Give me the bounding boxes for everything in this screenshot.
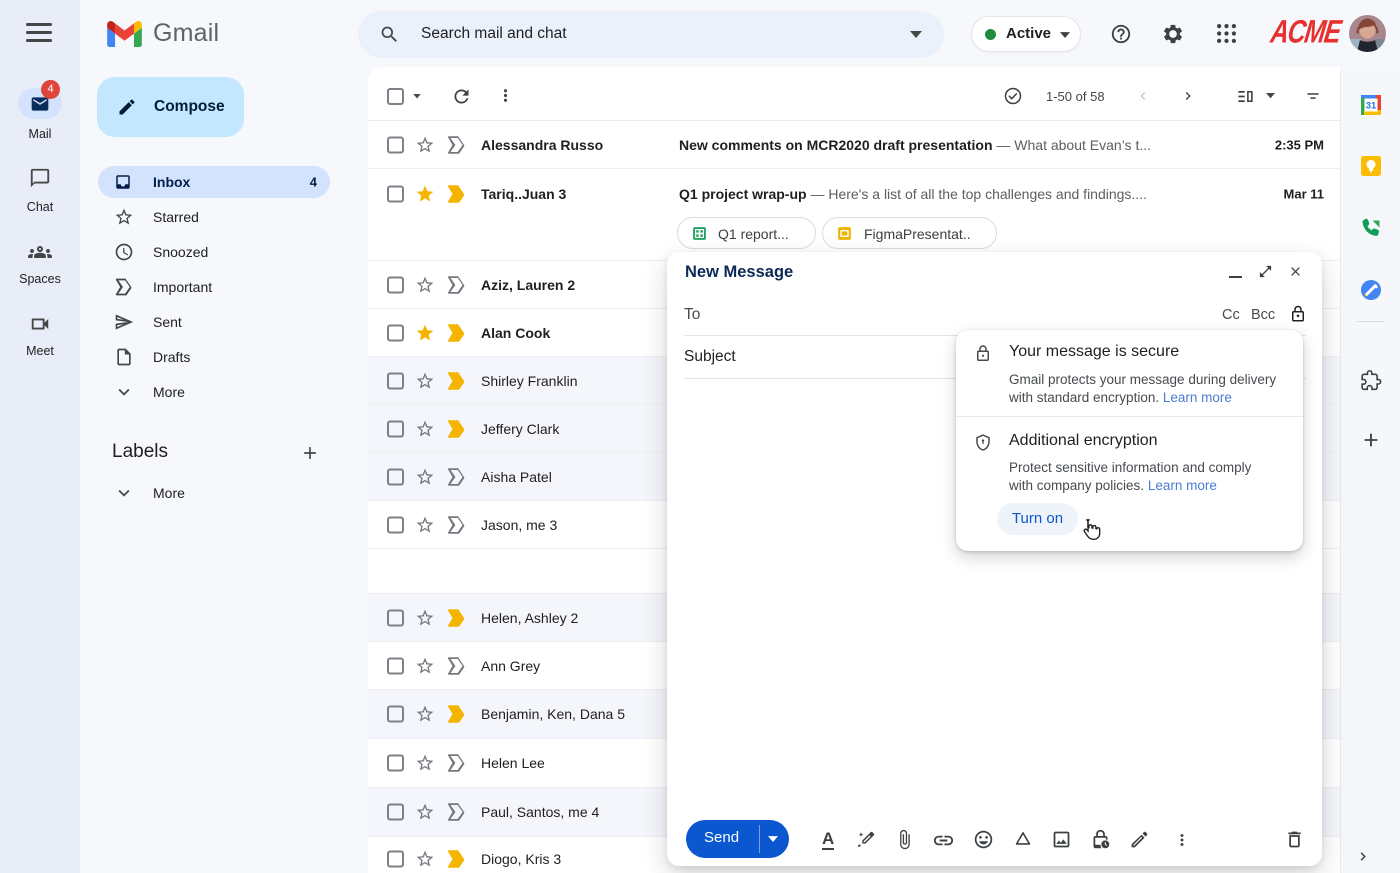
svg-text:31: 31 [1365,100,1376,111]
